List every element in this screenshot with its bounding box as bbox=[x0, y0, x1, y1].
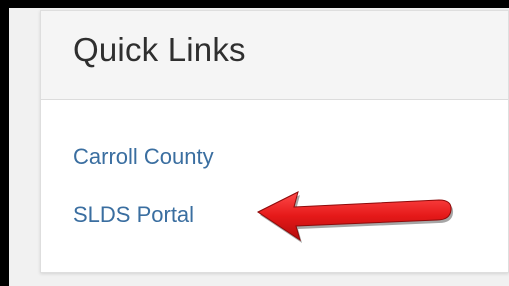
link-carroll-county[interactable]: Carroll County bbox=[73, 144, 214, 170]
red-arrow-annotation bbox=[257, 191, 454, 243]
page-background: Quick Links Carroll County SLDS Portal bbox=[9, 8, 509, 286]
panel-header: Quick Links bbox=[41, 11, 508, 100]
panel-title: Quick Links bbox=[73, 31, 246, 68]
link-slds-portal[interactable]: SLDS Portal bbox=[73, 202, 194, 228]
